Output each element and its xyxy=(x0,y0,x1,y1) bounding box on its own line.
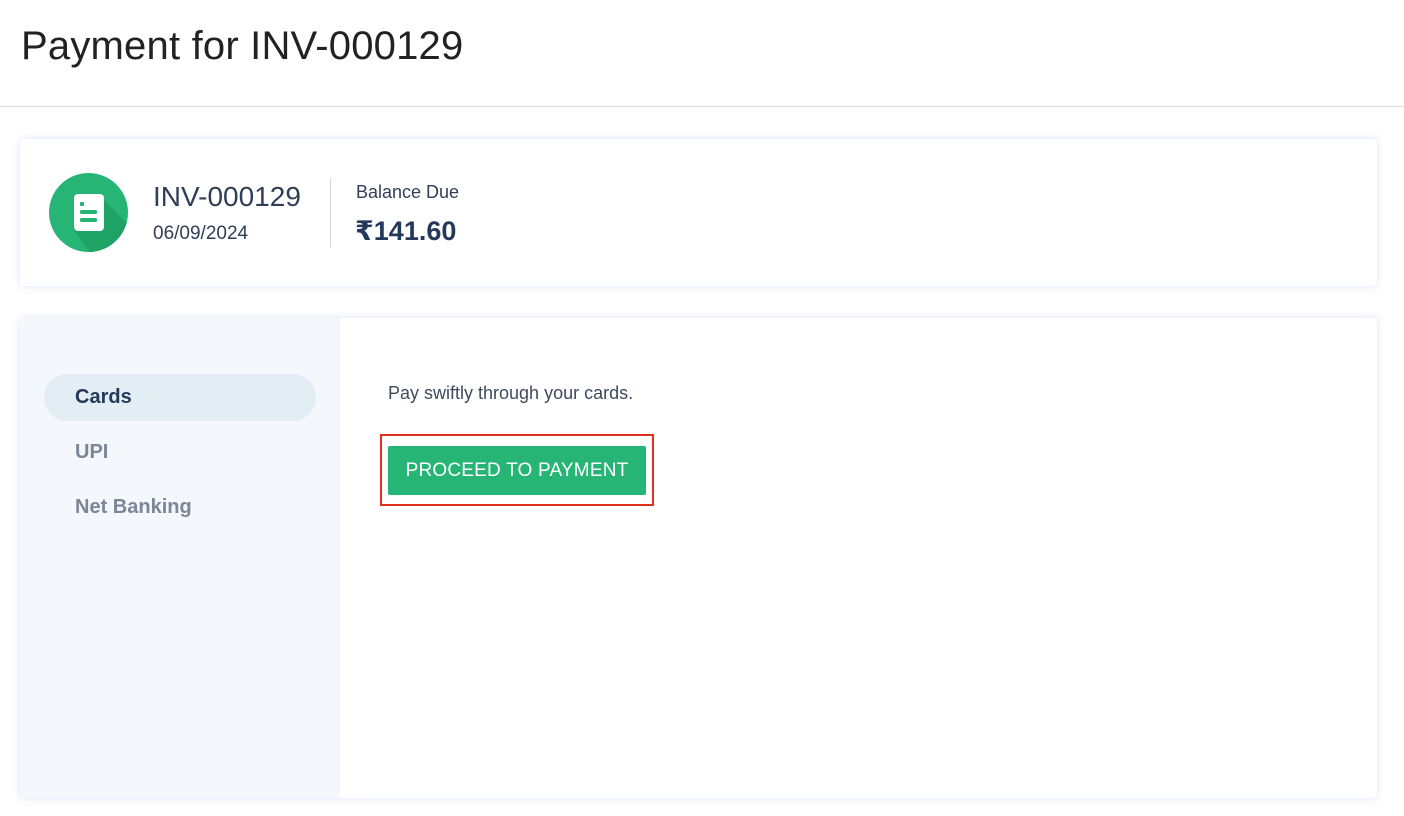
invoice-date: 06/09/2024 xyxy=(153,223,249,244)
invoice-document-icon xyxy=(49,173,128,252)
payment-method-upi[interactable]: UPI xyxy=(44,429,316,476)
proceed-to-payment-button[interactable]: PROCEED TO PAYMENT xyxy=(388,446,646,495)
balance-due-label: Balance Due xyxy=(356,182,460,202)
method-description: Pay swiftly through your cards. xyxy=(388,383,634,403)
payment-method-cards[interactable]: Cards xyxy=(44,374,316,421)
payment-methods-card: Cards UPI Net Banking Pay swiftly throug… xyxy=(20,318,1377,798)
invoice-summary-card: INV-000129 06/09/2024 Balance Due ₹141.6… xyxy=(20,139,1377,286)
page-title: Payment for INV-000129 xyxy=(21,24,464,68)
payment-method-net-banking[interactable]: Net Banking xyxy=(44,484,316,531)
payment-method-panel: Pay swiftly through your cards. PROCEED … xyxy=(340,318,1377,798)
page-header: Payment for INV-000129 xyxy=(0,0,1404,107)
balance-due-amount: ₹141.60 xyxy=(355,216,457,246)
invoice-number: INV-000129 xyxy=(153,181,301,212)
summary-divider xyxy=(330,178,331,247)
payment-method-nav: Cards UPI Net Banking xyxy=(20,318,340,798)
